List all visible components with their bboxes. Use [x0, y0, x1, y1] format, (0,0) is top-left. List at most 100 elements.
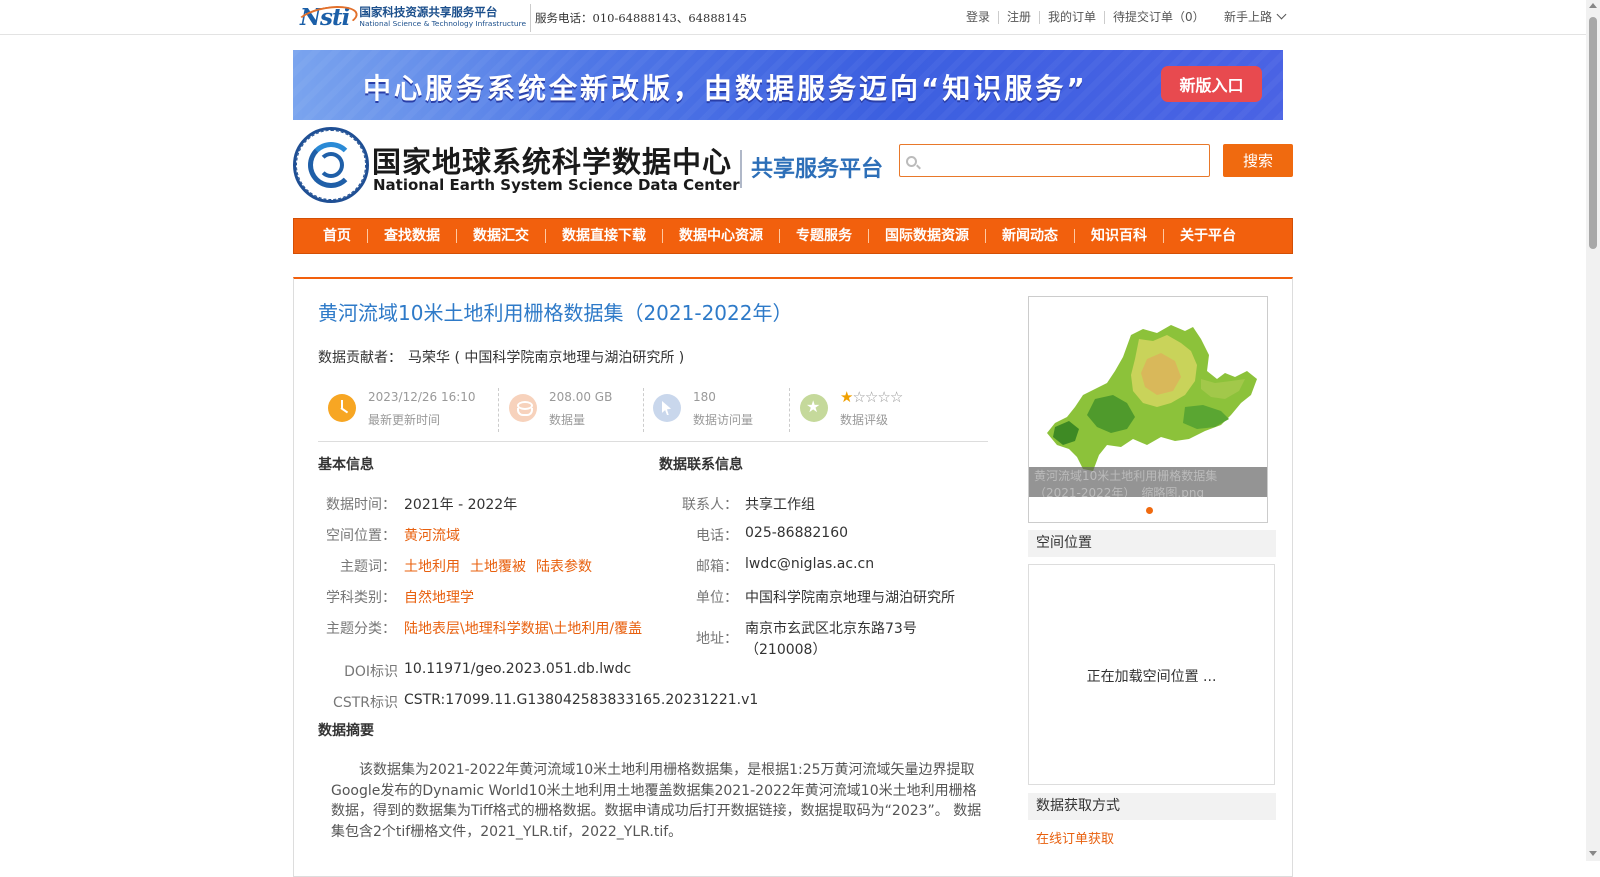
scroll-thumb[interactable] — [1589, 17, 1597, 249]
spatial-map-box[interactable]: 正在加载空间位置 ... — [1028, 564, 1275, 785]
keyword-link[interactable]: 陆表参数 — [536, 559, 592, 575]
stat-visits-label: 数据访问量 — [693, 413, 754, 427]
keyword-link[interactable]: 土地利用 — [404, 559, 460, 575]
scroll-up-arrow-icon[interactable] — [1589, 3, 1597, 8]
stat-updated-label: 最新更新时间 — [368, 413, 441, 427]
contact-person-label: 联系人： — [682, 497, 738, 513]
star-empty-icon[interactable]: ☆ — [877, 388, 890, 406]
star-badge-icon — [800, 394, 828, 422]
nav-find-data[interactable]: 查找数据 — [367, 229, 456, 243]
nav-topic-services[interactable]: 专题服务 — [779, 229, 868, 243]
pending-orders-link[interactable]: 待提交订单（0） — [1105, 11, 1213, 24]
search-box[interactable] — [899, 144, 1210, 177]
chevron-down-icon — [1276, 9, 1287, 20]
rating-stars[interactable]: ★☆☆☆☆ — [840, 388, 903, 406]
abstract-heading: 数据摘要 — [318, 723, 374, 739]
main-nav: 首页 查找数据 数据汇交 数据直接下载 数据中心资源 专题服务 国际数据资源 新… — [293, 218, 1293, 254]
new-version-button[interactable]: 新版入口 — [1161, 66, 1262, 102]
nav-international-resources[interactable]: 国际数据资源 — [868, 229, 985, 243]
nsti-name-en: National Science & Technology Infrastruc… — [359, 19, 526, 29]
service-phone: 服务电话：010-64888143、64888145 — [535, 11, 747, 25]
search-icon — [906, 156, 917, 167]
contact-info-heading: 数据联系信息 — [659, 457, 743, 473]
newbie-guide-label: 新手上路 — [1224, 10, 1273, 24]
my-orders-link[interactable]: 我的订单 — [1040, 11, 1106, 24]
star-filled-icon[interactable]: ★ — [840, 388, 853, 406]
platform-name: 共享服务平台 — [751, 157, 884, 182]
stat-rating: ★☆☆☆☆ 数据评级 — [790, 386, 980, 434]
online-order-link[interactable]: 在线订单获取 — [1036, 828, 1114, 847]
newbie-guide-dropdown[interactable]: 新手上路 — [1224, 8, 1287, 25]
thumbnail-caption: 黄河流域10米土地利用栅格数据集（2021-2022年）_缩略图.png — [1029, 467, 1267, 497]
thumbnail-map-image — [1047, 325, 1257, 471]
abstract-text: 该数据集为2021-2022年黄河流域10米土地利用栅格数据集，是根据1:25万… — [331, 762, 982, 840]
contact-email-label: 邮箱： — [696, 559, 738, 575]
discipline-value-link[interactable]: 自然地理学 — [404, 587, 474, 607]
contact-address-line1: 南京市玄武区北京东路73号 — [745, 621, 917, 637]
stat-size: 208.00 GB 数据量 — [499, 386, 643, 434]
spatial-loading-text: 正在加载空间位置 ... — [1086, 669, 1217, 685]
search-button[interactable]: 搜索 — [1223, 144, 1293, 177]
dataset-title: 黄河流域10米土地利用栅格数据集（2021-2022年） — [318, 301, 793, 325]
keywords-list: 土地利用 土地覆被 陆表参数 — [404, 556, 602, 576]
stats-bar: 2023/12/26 16:10 最新更新时间 208.00 GB 数据量 18… — [318, 386, 988, 442]
data-center-name-cn: 国家地球系统科学数据中心 — [372, 145, 733, 179]
discipline-label: 学科类别： — [326, 590, 396, 606]
nsti-name-cn: 国家科技资源共享服务平台 — [359, 4, 498, 19]
cstr-value: CSTR:17099.11.G138042583833165.20231221.… — [404, 692, 759, 708]
nav-home[interactable]: 首页 — [323, 229, 367, 243]
stat-visits: 180 数据访问量 — [643, 386, 789, 434]
contact-email-value[interactable]: lwdc@niglas.ac.cn — [745, 556, 874, 572]
category-label: 主题分类： — [326, 621, 396, 637]
stat-updated-value: 2023/12/26 16:10 — [368, 390, 476, 404]
keywords-label: 主题词： — [340, 559, 396, 575]
stat-size-value: 208.00 GB — [549, 390, 613, 404]
carousel-dot[interactable] — [1146, 507, 1153, 514]
contact-address-label: 地址： — [696, 631, 738, 647]
nav-direct-download[interactable]: 数据直接下载 — [545, 229, 662, 243]
scroll-down-arrow-icon[interactable] — [1589, 851, 1597, 856]
stat-visits-value: 180 — [693, 390, 716, 404]
nav-knowledge[interactable]: 知识百科 — [1074, 229, 1163, 243]
nav-about[interactable]: 关于平台 — [1163, 229, 1252, 243]
star-empty-icon[interactable]: ☆ — [852, 388, 865, 406]
top-bar: Nsti 国家科技资源共享服务平台 National Science & Tec… — [0, 0, 1586, 35]
nsti-logo[interactable]: Nsti 国家科技资源共享服务平台 National Science & Tec… — [300, 3, 526, 31]
doi-value: 10.11971/geo.2023.051.db.lwdc — [404, 661, 632, 677]
search-input[interactable] — [922, 147, 1202, 174]
contact-phone-label: 电话： — [696, 528, 738, 544]
data-center-emblem-icon[interactable] — [293, 127, 369, 203]
stat-updated: 2023/12/26 16:10 最新更新时间 — [318, 386, 498, 434]
spatial-value-link[interactable]: 黄河流域 — [404, 525, 460, 545]
login-link[interactable]: 登录 — [960, 11, 1000, 24]
stat-rating-label: 数据评级 — [840, 413, 889, 427]
basic-info-heading: 基本信息 — [318, 457, 374, 473]
top-divider — [530, 4, 531, 32]
nsti-logo-mark: Nsti — [300, 4, 355, 31]
contributor-label: 数据贡献者： — [318, 350, 402, 366]
nav-news[interactable]: 新闻动态 — [985, 229, 1074, 243]
stat-size-label: 数据量 — [549, 413, 586, 427]
access-heading: 数据获取方式 — [1028, 793, 1276, 820]
spatial-label: 空间位置： — [326, 528, 396, 544]
category-value-link[interactable]: 陆地表层\地理科学数据\土地利用/覆盖 — [404, 618, 642, 638]
nav-center-resources[interactable]: 数据中心资源 — [662, 229, 779, 243]
star-empty-icon[interactable]: ☆ — [890, 388, 903, 406]
data-time-label: 数据时间： — [326, 497, 396, 513]
contact-address-line2: （210008） — [745, 642, 827, 658]
promo-banner[interactable]: 中心服务系统全新改版，由数据服务迈向“知识服务” 新版入口 — [293, 50, 1283, 120]
contact-unit-value: 中国科学院南京地理与湖泊研究所 — [745, 590, 955, 606]
register-link[interactable]: 注册 — [999, 11, 1041, 24]
contributor-line: 数据贡献者： 马荣华 ( 中国科学院南京地理与湖泊研究所 ) — [318, 347, 684, 367]
nav-data-submission[interactable]: 数据汇交 — [456, 229, 545, 243]
cstr-label: CSTR标识 — [333, 695, 398, 711]
thumbnail-carousel[interactable]: 黄河流域10米土地利用栅格数据集（2021-2022年）_缩略图.png — [1028, 296, 1268, 523]
keyword-link[interactable]: 土地覆被 — [470, 559, 526, 575]
page-scrollbar[interactable] — [1586, 0, 1600, 861]
star-empty-icon[interactable]: ☆ — [865, 388, 878, 406]
doi-label: DOI标识 — [344, 664, 398, 680]
top-links: 登录 注册 我的订单 待提交订单（0） — [960, 11, 1213, 24]
contact-phone-value: 025-86882160 — [745, 525, 849, 541]
contact-person-value: 共享工作组 — [745, 497, 815, 513]
database-icon — [509, 394, 537, 422]
